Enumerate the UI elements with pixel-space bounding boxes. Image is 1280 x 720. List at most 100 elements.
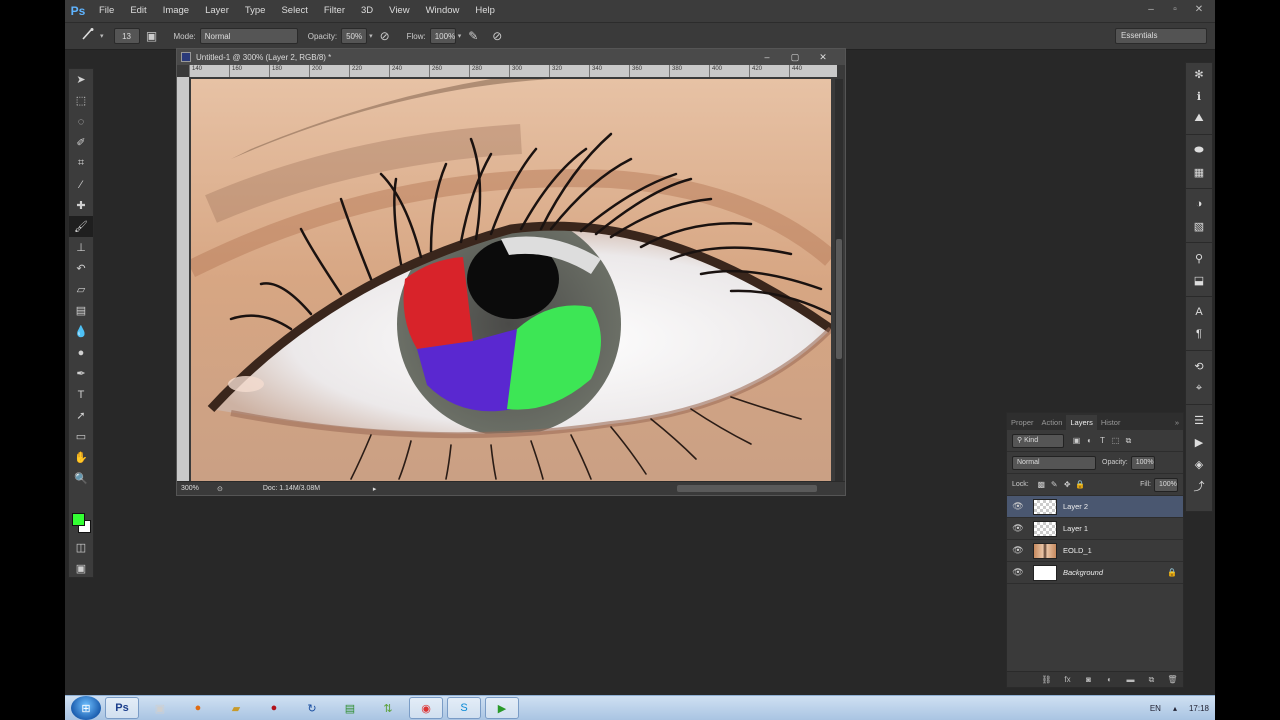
visibility-eye-icon[interactable]: 👁: [1007, 545, 1029, 556]
document-maximize-button[interactable]: ▢: [781, 49, 809, 65]
start-button[interactable]: ⊞: [71, 696, 101, 720]
navigator-panel-icon[interactable]: ⛰: [1186, 107, 1212, 129]
filter-pixel-icon[interactable]: ▣: [1070, 436, 1083, 446]
green-app-task-icon[interactable]: ▤: [333, 697, 367, 719]
screen-mode-icon[interactable]: ▣: [69, 558, 93, 579]
filter-kind-select[interactable]: ⚲ Kind: [1012, 433, 1064, 448]
visibility-eye-icon[interactable]: 👁: [1007, 567, 1029, 578]
sync-task-icon[interactable]: ↻: [295, 697, 329, 719]
torrent-task-icon[interactable]: ⇅: [371, 697, 405, 719]
adjustment-layer-icon[interactable]: ◐: [1099, 675, 1120, 684]
spot-healing-tool-icon[interactable]: ✚: [69, 195, 93, 216]
dropdown-arrow-icon[interactable]: ▾: [100, 32, 104, 40]
status-icon[interactable]: ⊙: [217, 485, 223, 493]
swatches-panel-icon[interactable]: ▦: [1186, 161, 1212, 183]
document-title-bar[interactable]: Untitled-1 @ 300% (Layer 2, RGB/8) *: [177, 49, 845, 65]
skype-task-icon[interactable]: S: [447, 697, 481, 719]
quick-select-tool-icon[interactable]: ✐: [69, 132, 93, 153]
panel-expand-button[interactable]: »: [1171, 415, 1183, 430]
layer-row[interactable]: 👁 Background 🔒: [1007, 562, 1183, 584]
crop-tool-icon[interactable]: ⌗: [69, 153, 93, 174]
menu-3d[interactable]: 3D: [353, 0, 381, 22]
firefox-task-icon[interactable]: ●: [181, 697, 215, 719]
vertical-scrollbar[interactable]: [835, 79, 843, 481]
quick-mask-icon[interactable]: ◫: [69, 537, 93, 558]
dodge-tool-icon[interactable]: ●: [69, 342, 93, 363]
layer-opacity-input[interactable]: 100%: [1130, 455, 1155, 470]
pen-tool-icon[interactable]: ✒: [69, 363, 93, 384]
menu-image[interactable]: Image: [155, 0, 197, 22]
visibility-eye-icon[interactable]: 👁: [1007, 523, 1029, 534]
folder-task-icon[interactable]: ▰: [219, 697, 253, 719]
hand-tool-icon[interactable]: ✋: [69, 447, 93, 468]
lock-position-icon[interactable]: ✥: [1061, 480, 1074, 489]
pressure-opacity-icon[interactable]: ⊘: [376, 27, 394, 45]
layer-row[interactable]: 👁 EOLD_1: [1007, 540, 1183, 562]
tab-history[interactable]: Histor: [1097, 415, 1125, 430]
lock-transparent-icon[interactable]: ▩: [1035, 480, 1048, 489]
new-layer-icon[interactable]: ⧉: [1141, 675, 1162, 685]
layer-row[interactable]: 👁 Layer 1: [1007, 518, 1183, 540]
opacity-slider-arrow-icon[interactable]: ▾: [369, 32, 373, 40]
document-minimize-button[interactable]: –: [753, 49, 781, 65]
mode-select[interactable]: Normal: [199, 28, 298, 44]
layers-panel-icon[interactable]: ◈: [1186, 453, 1212, 475]
add-mask-icon[interactable]: ◙: [1078, 675, 1099, 684]
vertical-scroll-thumb[interactable]: [836, 239, 842, 359]
brush-size-picker[interactable]: 13: [113, 28, 140, 44]
opacity-input[interactable]: 50%: [341, 28, 368, 44]
tab-properties[interactable]: Proper: [1007, 415, 1038, 430]
clock[interactable]: 17:18: [1189, 704, 1209, 713]
brush-tool-icon[interactable]: 🖌: [69, 216, 93, 237]
info-panel-icon[interactable]: ℹ: [1186, 85, 1212, 107]
brush-panel-icon[interactable]: ⚲: [1186, 247, 1212, 269]
document-close-button[interactable]: ✕: [809, 49, 837, 65]
workspace-switcher[interactable]: Essentials: [1115, 28, 1207, 44]
clone-stamp-tool-icon[interactable]: ⊥: [69, 237, 93, 258]
menu-help[interactable]: Help: [467, 0, 503, 22]
airbrush-icon[interactable]: ✎: [464, 27, 482, 45]
character-panel-icon[interactable]: A: [1186, 301, 1212, 323]
app-task-icon[interactable]: ▣: [143, 697, 177, 719]
eraser-tool-icon[interactable]: ▱: [69, 279, 93, 300]
styles-panel-icon[interactable]: ▧: [1186, 215, 1212, 237]
eyedropper-tool-icon[interactable]: ⁄: [69, 174, 93, 195]
foreground-color-swatch[interactable]: [72, 513, 85, 526]
menu-filter[interactable]: Filter: [316, 0, 353, 22]
menu-file[interactable]: File: [91, 0, 122, 22]
blend-mode-select[interactable]: Normal: [1012, 455, 1096, 470]
layer-style-icon[interactable]: fx: [1057, 675, 1078, 684]
brush-presets-icon[interactable]: ⬬: [1186, 139, 1212, 161]
language-indicator[interactable]: EN: [1150, 704, 1161, 713]
menu-select[interactable]: Select: [273, 0, 315, 22]
paragraph-panel-icon[interactable]: ¶: [1186, 323, 1212, 345]
tray-arrow-icon[interactable]: ▴: [1173, 704, 1177, 713]
lock-image-icon[interactable]: ✎: [1048, 480, 1061, 489]
filter-shape-icon[interactable]: ⬚: [1109, 436, 1122, 446]
3d-panel-icon[interactable]: ⟲: [1186, 355, 1212, 377]
restore-button[interactable]: ▫: [1163, 0, 1187, 22]
blur-tool-icon[interactable]: 💧: [69, 321, 93, 342]
history-brush-tool-icon[interactable]: ↶: [69, 258, 93, 279]
photoshop-task-icon[interactable]: Ps: [105, 697, 139, 719]
visibility-eye-icon[interactable]: 👁: [1007, 501, 1029, 512]
type-tool-icon[interactable]: T: [69, 384, 93, 405]
status-menu-arrow-icon[interactable]: ▸: [373, 485, 377, 493]
menu-window[interactable]: Window: [418, 0, 468, 22]
paths-panel-icon[interactable]: ⤴: [1186, 475, 1212, 497]
actions-panel-icon[interactable]: ▶: [1186, 431, 1212, 453]
link-layers-icon[interactable]: ⛓: [1036, 675, 1057, 684]
zoom-tool-icon[interactable]: 🔍: [69, 468, 93, 489]
flow-input[interactable]: 100%: [429, 28, 456, 44]
fill-input[interactable]: 100%: [1154, 477, 1178, 492]
path-selection-tool-icon[interactable]: ➚: [69, 405, 93, 426]
brush-tool-preset-icon[interactable]: [79, 27, 97, 45]
chrome-task-icon[interactable]: ◉: [409, 697, 443, 719]
media-task-icon[interactable]: ●: [257, 697, 291, 719]
lasso-tool-icon[interactable]: ◌: [69, 111, 93, 132]
recorder-task-icon[interactable]: ▶: [485, 697, 519, 719]
canvas[interactable]: [191, 79, 831, 481]
tab-layers[interactable]: Layers: [1066, 415, 1097, 430]
rectangle-tool-icon[interactable]: ▭: [69, 426, 93, 447]
brush-panel-toggle-icon[interactable]: ▣: [143, 27, 161, 45]
